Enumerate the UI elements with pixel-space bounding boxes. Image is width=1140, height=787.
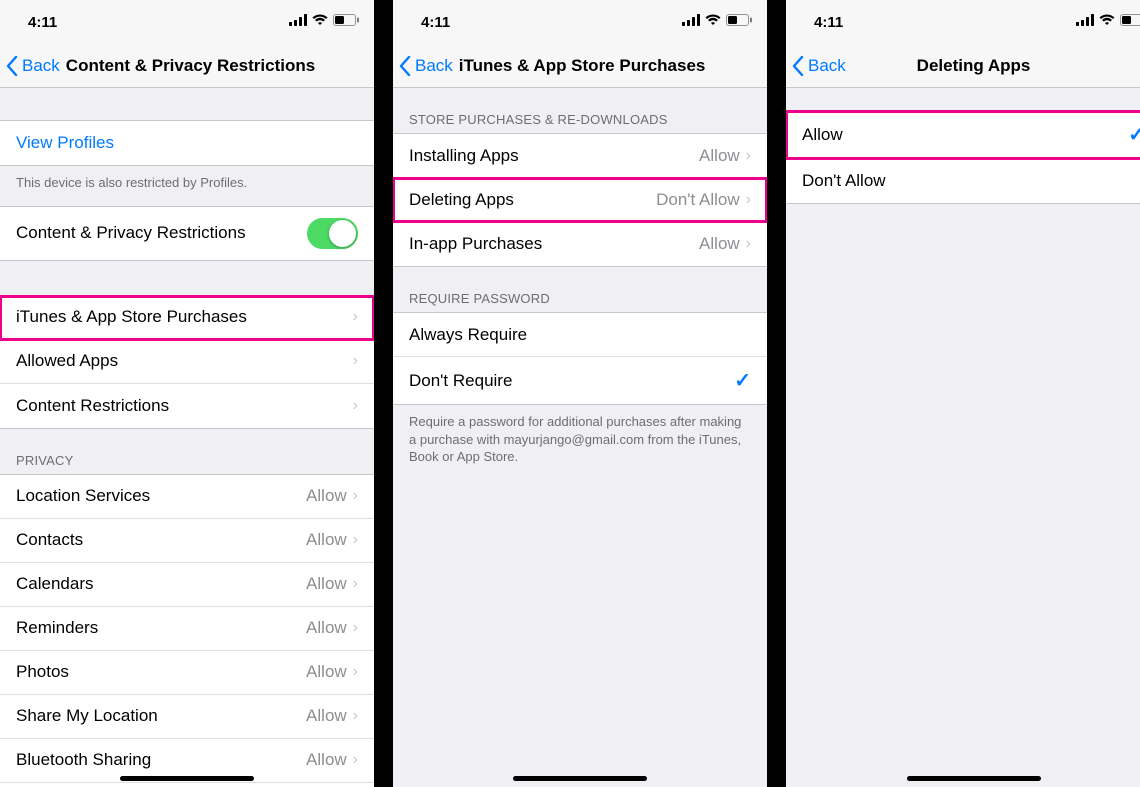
nav-bar: Back Deleting Apps: [786, 44, 1140, 88]
itunes-app-store-row[interactable]: iTunes & App Store Purchases ›: [0, 296, 374, 340]
content-privacy-toggle-row[interactable]: Content & Privacy Restrictions: [0, 207, 374, 260]
nav-bar: Back Content & Privacy Restrictions: [0, 44, 374, 88]
back-label: Back: [415, 56, 453, 76]
cellular-signal-icon: [289, 14, 307, 26]
status-time: 4:11: [421, 14, 450, 31]
status-time: 4:11: [28, 14, 57, 31]
privacy-row-photos[interactable]: PhotosAllow›: [0, 651, 374, 695]
allow-row[interactable]: Allow ✓: [786, 111, 1140, 159]
wifi-icon: [1099, 14, 1115, 26]
back-button[interactable]: Back: [393, 56, 453, 76]
checkmark-icon: ✓: [734, 368, 751, 393]
toggle-switch[interactable]: [307, 218, 358, 249]
privacy-row-microphone[interactable]: MicrophoneAllow›: [0, 783, 374, 787]
screen1-body: View Profiles This device is also restri…: [0, 88, 374, 787]
screen2-body: Store Purchases & Re-Downloads Installin…: [393, 88, 767, 472]
back-label: Back: [22, 56, 60, 76]
inapp-purchases-row[interactable]: In-app Purchases Allow ›: [393, 222, 767, 266]
require-password-group: Always Require Don't Require ✓: [393, 312, 767, 405]
cellular-signal-icon: [682, 14, 700, 26]
row-label: Content Restrictions: [16, 396, 353, 416]
chevron-right-icon: ›: [746, 192, 751, 208]
privacy-row-calendars[interactable]: CalendarsAllow›: [0, 563, 374, 607]
toggle-label: Content & Privacy Restrictions: [16, 223, 307, 243]
chevron-right-icon: ›: [353, 488, 358, 504]
profiles-note: This device is also restricted by Profil…: [0, 166, 374, 198]
dont-require-row[interactable]: Don't Require ✓: [393, 357, 767, 404]
status-right: [289, 14, 360, 26]
chevron-right-icon: ›: [353, 398, 358, 414]
checkmark-icon: ✓: [1128, 122, 1140, 147]
status-right: [1076, 14, 1140, 26]
chevron-right-icon: ›: [353, 752, 358, 768]
cellular-signal-icon: [1076, 14, 1094, 26]
row-label: iTunes & App Store Purchases: [16, 307, 353, 327]
store-purchases-group: Installing Apps Allow › Deleting Apps Do…: [393, 133, 767, 267]
main-toggle-group: Content & Privacy Restrictions: [0, 206, 374, 261]
store-purchases-header: Store Purchases & Re-Downloads: [393, 88, 767, 133]
status-bar: 4:11: [786, 0, 1140, 44]
allowed-apps-row[interactable]: Allowed Apps ›: [0, 340, 374, 384]
chevron-right-icon: ›: [353, 532, 358, 548]
status-bar: 4:11: [393, 0, 767, 44]
nav-bar: Back iTunes & App Store Purchases: [393, 44, 767, 88]
allow-group: Allow ✓ Don't Allow: [786, 110, 1140, 204]
privacy-row-location[interactable]: Location ServicesAllow›: [0, 475, 374, 519]
chevron-left-icon: [792, 56, 804, 76]
nav-title: Content & Privacy Restrictions: [66, 56, 315, 76]
chevron-right-icon: ›: [353, 664, 358, 680]
privacy-row-share-location[interactable]: Share My LocationAllow›: [0, 695, 374, 739]
restrictions-group: iTunes & App Store Purchases › Allowed A…: [0, 295, 374, 429]
chevron-right-icon: ›: [353, 576, 358, 592]
profiles-group: View Profiles: [0, 120, 374, 166]
battery-icon: [1120, 14, 1140, 26]
home-indicator[interactable]: [120, 776, 254, 781]
chevron-left-icon: [6, 56, 18, 76]
chevron-right-icon: ›: [353, 353, 358, 369]
battery-icon: [333, 14, 360, 26]
home-indicator[interactable]: [513, 776, 647, 781]
require-password-header: Require Password: [393, 267, 767, 312]
status-right: [682, 14, 753, 26]
view-profiles-label: View Profiles: [16, 133, 114, 153]
content-restrictions-row[interactable]: Content Restrictions ›: [0, 384, 374, 428]
screen-itunes-appstore: 4:11 Back iTunes & App Store Purchases S…: [393, 0, 767, 787]
back-label: Back: [808, 56, 846, 76]
privacy-row-reminders[interactable]: RemindersAllow›: [0, 607, 374, 651]
chevron-right-icon: ›: [353, 620, 358, 636]
require-password-footer: Require a password for additional purcha…: [393, 405, 767, 472]
privacy-row-contacts[interactable]: ContactsAllow›: [0, 519, 374, 563]
chevron-right-icon: ›: [746, 236, 751, 252]
screen3-body: Allow ✓ Don't Allow: [786, 88, 1140, 204]
status-bar: 4:11: [0, 0, 374, 44]
wifi-icon: [705, 14, 721, 26]
chevron-right-icon: ›: [353, 708, 358, 724]
status-time: 4:11: [814, 14, 843, 31]
view-profiles-row[interactable]: View Profiles: [0, 121, 374, 165]
screen-content-privacy: 4:11 Back Content & Privacy Restrictions…: [0, 0, 374, 787]
battery-icon: [726, 14, 753, 26]
back-button[interactable]: Back: [786, 56, 846, 76]
privacy-header: Privacy: [0, 429, 374, 474]
screen-deleting-apps: 4:11 Back Deleting Apps Allow ✓ Don't Al…: [786, 0, 1140, 787]
installing-apps-row[interactable]: Installing Apps Allow ›: [393, 134, 767, 178]
privacy-group: Location ServicesAllow› ContactsAllow› C…: [0, 474, 374, 787]
nav-title: iTunes & App Store Purchases: [459, 56, 706, 76]
home-indicator[interactable]: [907, 776, 1041, 781]
row-label: Allowed Apps: [16, 351, 353, 371]
chevron-right-icon: ›: [353, 309, 358, 325]
deleting-apps-row[interactable]: Deleting Apps Don't Allow ›: [393, 178, 767, 222]
dont-allow-row[interactable]: Don't Allow: [786, 159, 1140, 203]
chevron-left-icon: [399, 56, 411, 76]
always-require-row[interactable]: Always Require: [393, 313, 767, 357]
chevron-right-icon: ›: [746, 148, 751, 164]
back-button[interactable]: Back: [0, 56, 60, 76]
wifi-icon: [312, 14, 328, 26]
